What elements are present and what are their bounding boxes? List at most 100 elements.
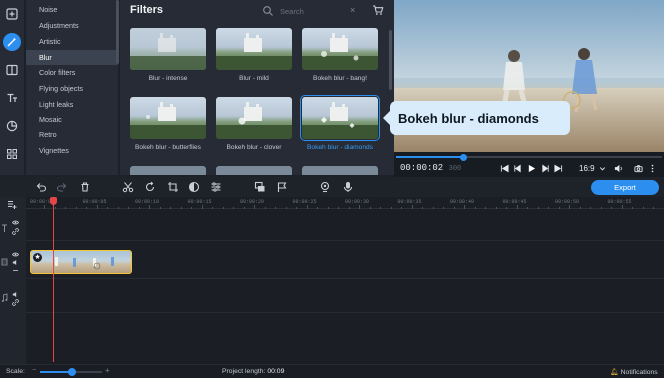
filter-label: Bokeh blur - clover (226, 144, 282, 151)
player-controls: 00:00:02 300 16:9 (394, 152, 664, 177)
skip-to-end-icon[interactable] (554, 164, 563, 173)
ruler-tick-label: 00:00:25 (292, 199, 317, 205)
audio-track[interactable] (26, 279, 664, 313)
categories-scrollbar[interactable] (116, 0, 119, 64)
clear-search-icon[interactable]: × (350, 5, 355, 15)
category-light-leaks[interactable]: Light leaks (26, 97, 118, 112)
filter-card-blur-intense[interactable]: Blur - intense (130, 28, 206, 83)
more-tools-grid-icon[interactable] (3, 145, 21, 163)
previous-frame-icon[interactable] (513, 164, 522, 173)
category-retro[interactable]: Retro (26, 127, 118, 142)
zoom-out-icon[interactable]: − (32, 367, 36, 374)
filter-label: Bokeh blur - bang! (313, 75, 367, 82)
filter-card-bokeh-clover[interactable]: Bokeh blur - clover (216, 97, 292, 152)
filters-wand-icon[interactable] (3, 33, 21, 51)
volume-icon[interactable] (614, 164, 623, 173)
track-visibility-eye-icon[interactable] (12, 251, 19, 258)
filter-tooltip: Bokeh blur - diamonds (383, 101, 570, 135)
filter-thumbnail-partial[interactable] (302, 166, 378, 175)
filter-card-blur-mild[interactable]: Blur - mild (216, 28, 292, 83)
store-cart-icon[interactable] (372, 4, 384, 16)
progress-fill (396, 156, 462, 158)
category-noise[interactable]: Noise (26, 2, 118, 17)
filter-thumbnail-partial[interactable] (130, 166, 206, 175)
video-editor-app: Noise Adjustments Artistic Blur Color fi… (0, 0, 664, 378)
clip-favorite-star-icon[interactable]: ★ (33, 253, 42, 262)
aspect-ratio-select[interactable]: 16:9 (579, 164, 595, 173)
bell-icon: 🔔︎ (610, 369, 619, 376)
search-icon (263, 6, 273, 16)
category-blur[interactable]: Blur (26, 50, 118, 65)
overlay-icon[interactable] (254, 181, 266, 193)
filter-card-bokeh-bang[interactable]: Bokeh blur - bang! (302, 28, 378, 83)
timeline-scale-slider[interactable] (40, 368, 102, 376)
filter-card-bokeh-butterflies[interactable]: Bokeh blur - butterflies (130, 97, 206, 152)
record-webcam-icon[interactable] (319, 181, 331, 193)
category-color-filters[interactable]: Color filters (26, 65, 118, 80)
timeline-ruler[interactable]: 00:00:00 00:00:05 00:00:10 00:00:15 00:00:20… (26, 197, 664, 209)
import-icon[interactable] (3, 5, 21, 23)
record-voiceover-icon[interactable] (342, 181, 354, 193)
ruler-tick-label: 00:00:45 (502, 199, 527, 205)
notifications[interactable]: 🔔︎ Notifications (610, 368, 658, 376)
category-flying-objects[interactable]: Flying objects (26, 81, 118, 96)
timecode-value: 00:00:02 (400, 163, 444, 173)
skip-to-start-icon[interactable] (500, 164, 509, 173)
titles-icon[interactable] (3, 89, 21, 107)
track-visibility-eye-icon[interactable] (12, 219, 19, 226)
category-adjustments[interactable]: Adjustments (26, 18, 118, 33)
track-link-icon[interactable] (12, 267, 19, 274)
search-input[interactable] (280, 4, 342, 18)
track-link-icon[interactable] (12, 299, 19, 306)
playback-progress-bar[interactable] (396, 153, 662, 161)
snapshot-camera-icon[interactable] (634, 164, 643, 173)
text-track[interactable] (26, 209, 664, 241)
text-track-icon (2, 224, 7, 232)
aspect-dropdown-chevron-icon[interactable] (599, 164, 606, 173)
filter-label: Bokeh blur - diamonds (307, 144, 373, 151)
ruler-tick-label: 00:00:35 (397, 199, 422, 205)
zoom-in-icon[interactable]: + (105, 366, 110, 375)
redo-icon[interactable] (56, 181, 68, 193)
track-headers (0, 197, 26, 364)
progress-knob[interactable] (459, 153, 467, 161)
clip-properties-icon[interactable] (210, 181, 222, 193)
export-button[interactable]: Export (591, 180, 659, 195)
filter-thumbnail (130, 28, 206, 70)
track-mute-icon[interactable] (12, 259, 19, 266)
ruler-tick-label: 00:00:20 (240, 199, 265, 205)
cut-scissors-icon[interactable] (122, 181, 134, 193)
filter-label: Blur - intense (148, 75, 188, 82)
filter-thumbnail-partial[interactable] (216, 166, 292, 175)
project-length-value: 00:09 (267, 368, 285, 375)
playhead-handle[interactable] (50, 197, 57, 205)
video-clip[interactable]: ★ (30, 250, 132, 274)
marker-flag-icon[interactable] (276, 181, 288, 193)
crop-icon[interactable] (167, 181, 179, 193)
ruler-tick-label: 00:00:40 (450, 199, 475, 205)
next-frame-icon[interactable] (541, 164, 550, 173)
category-artistic[interactable]: Artistic (26, 34, 118, 49)
filters-scrollbar[interactable] (389, 30, 392, 90)
add-track-icon[interactable] (7, 199, 17, 209)
track-link-icon[interactable] (12, 228, 19, 235)
scale-label: Scale: (6, 368, 25, 375)
more-options-icon[interactable] (650, 164, 655, 173)
filters-panel: Filters × Blur - intense Blur - mild Bok… (120, 0, 394, 175)
color-adjust-icon[interactable] (188, 181, 200, 193)
stickers-icon[interactable] (3, 117, 21, 135)
filter-thumbnail (216, 97, 292, 139)
filter-categories: Noise Adjustments Artistic Blur Color fi… (26, 0, 118, 175)
rotate-icon[interactable] (144, 181, 156, 193)
track-mute-icon[interactable] (12, 291, 19, 298)
filter-card-bokeh-diamonds[interactable]: Bokeh blur - diamonds (300, 95, 380, 152)
project-length-label: Project length: (222, 368, 266, 375)
category-vignettes[interactable]: Vignettes (26, 143, 118, 158)
filter-label: Blur - mild (239, 75, 269, 82)
transitions-icon[interactable] (3, 61, 21, 79)
play-icon[interactable] (527, 164, 536, 173)
delete-trash-icon[interactable] (79, 181, 91, 193)
category-mosaic[interactable]: Mosaic (26, 112, 118, 127)
undo-icon[interactable] (35, 181, 47, 193)
scale-knob[interactable] (68, 368, 76, 376)
